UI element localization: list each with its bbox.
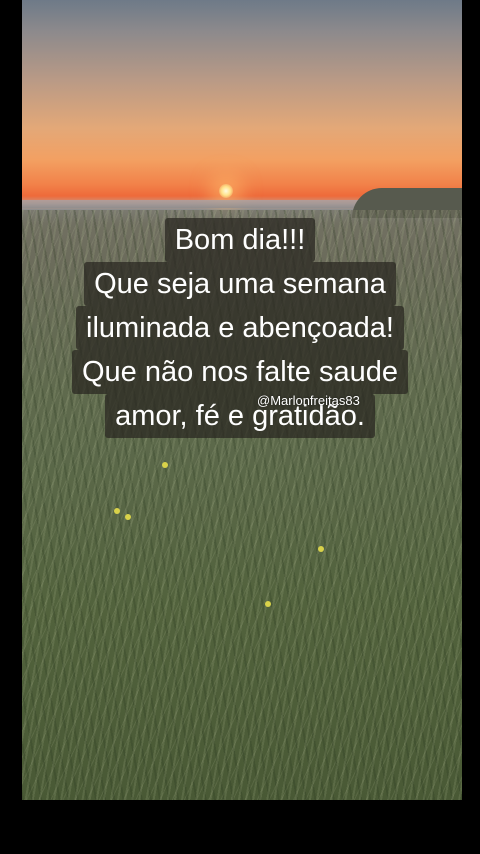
caption-line: Que seja uma semana <box>84 262 396 306</box>
sun <box>219 184 233 198</box>
yellow-flower <box>114 508 120 514</box>
yellow-flower <box>125 514 131 520</box>
yellow-flower <box>318 546 324 552</box>
caption-line: Bom dia!!! <box>164 218 316 262</box>
yellow-flower <box>162 462 168 468</box>
greeting-caption: Bom dia!!! Que seja uma semana iluminada… <box>0 218 480 438</box>
watermark-username: @Marlonfreitas83 <box>257 393 360 408</box>
caption-line: Que não nos falte saude <box>71 350 408 394</box>
caption-line: iluminada e abençoada! <box>76 306 404 350</box>
yellow-flower <box>265 601 271 607</box>
